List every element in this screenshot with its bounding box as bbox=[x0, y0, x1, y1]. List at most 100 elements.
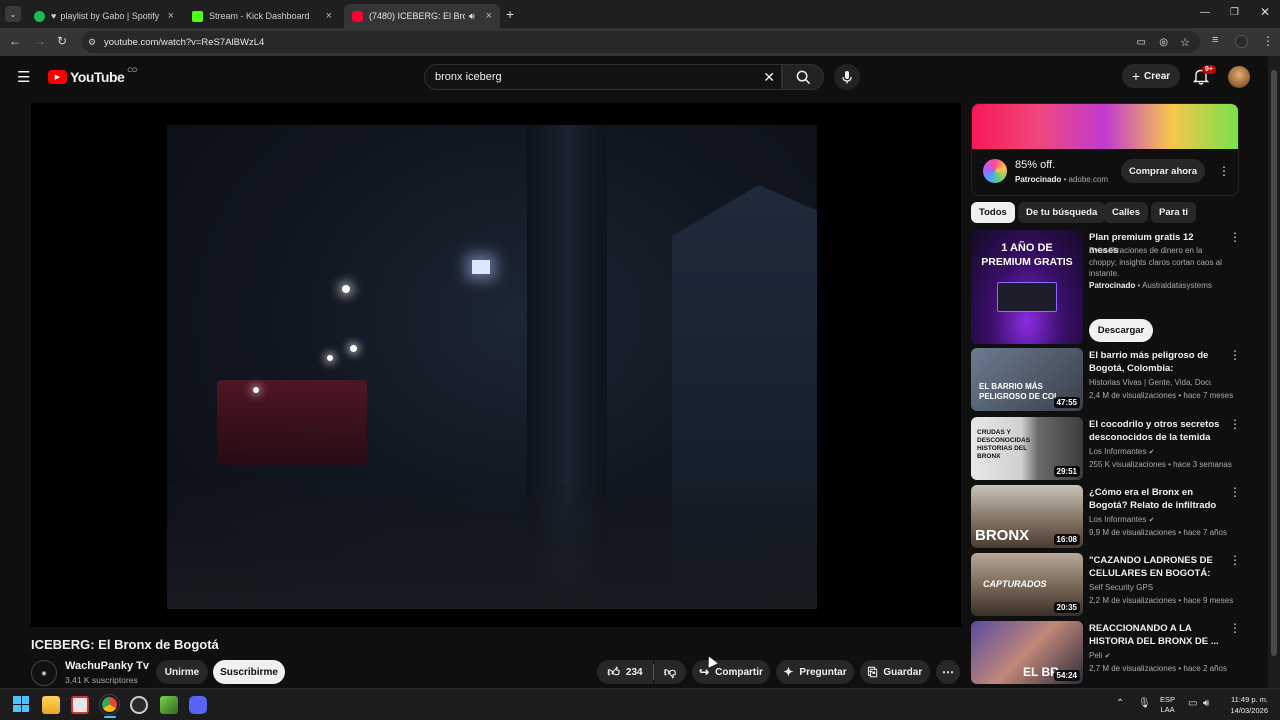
close-icon[interactable]: × bbox=[168, 10, 174, 22]
share-button[interactable]: ↪ Compartir bbox=[692, 660, 770, 684]
channel-name[interactable]: WachuPanky Tv bbox=[65, 660, 149, 672]
save-button[interactable]: ⎘ Guardar bbox=[860, 660, 930, 684]
search-button[interactable] bbox=[782, 64, 824, 90]
window-light bbox=[472, 260, 490, 274]
channel-name[interactable]: Los Informantes ✔ bbox=[1089, 515, 1154, 524]
video-title: "CAZANDO LADRONES DE CELULARES EN BOGOTÁ… bbox=[1089, 555, 1213, 579]
sponsored-ad-card[interactable]: 85% off. Patrocinado • adobe.com Comprar… bbox=[971, 103, 1239, 196]
tray-mic-icon[interactable]: 🎙︎ bbox=[1138, 698, 1151, 709]
related-video-item[interactable]: BRONX 16:08 ¿Cómo era el Bronx en Bogotá… bbox=[971, 485, 1241, 549]
more-horizontal-icon: ⋯ bbox=[942, 665, 954, 679]
time: 11:49 p. m. bbox=[1231, 695, 1268, 704]
url-field[interactable]: ⚙︎ youtube.com/watch?v=ReS7AlBWzL4 ▭ ◎ ☆ bbox=[82, 31, 1200, 53]
app-icon-green[interactable] bbox=[160, 696, 178, 714]
like-button[interactable]: 👍︎ 234 bbox=[597, 660, 653, 684]
chip-from-search[interactable]: De tu búsqueda bbox=[1018, 202, 1106, 223]
channel-name[interactable]: Peli ✔ bbox=[1089, 651, 1110, 660]
browser-menu-icon[interactable]: ⋮ bbox=[1262, 34, 1274, 48]
related-video-item[interactable]: CRUDAS Y DESCONOCIDAS HISTORIAS DEL BRON… bbox=[971, 417, 1241, 481]
page-scrollbar[interactable] bbox=[1268, 56, 1280, 688]
app-icon[interactable] bbox=[71, 696, 89, 714]
ask-button[interactable]: ✦ Preguntar bbox=[776, 660, 854, 684]
minimize-icon[interactable]: — bbox=[1200, 7, 1210, 18]
audio-playing-icon[interactable]: 🔊︎ bbox=[469, 11, 475, 22]
create-button[interactable]: + Crear bbox=[1122, 64, 1180, 88]
channel-label: Los Informantes bbox=[1089, 447, 1147, 456]
search-input[interactable]: bronx iceberg ✕ bbox=[424, 64, 782, 90]
video-player[interactable] bbox=[31, 103, 961, 627]
verified-icon: ✔ bbox=[1104, 653, 1111, 660]
video-frame bbox=[167, 125, 817, 609]
dislike-button[interactable]: 👎︎ bbox=[654, 660, 686, 684]
more-vertical-icon[interactable]: ⋮ bbox=[1218, 164, 1230, 178]
join-button[interactable]: Unirme bbox=[156, 660, 208, 684]
channel-name[interactable]: Self Security GPS bbox=[1089, 583, 1153, 592]
street-light bbox=[327, 355, 333, 361]
back-icon[interactable]: ← bbox=[9, 34, 21, 48]
related-video-item[interactable]: CAPTURADOS 20:35 "CAZANDO LADRONES DE CE… bbox=[971, 553, 1241, 617]
video-title: ¿Cómo era el Bronx en Bogotá? Relato de … bbox=[1089, 487, 1217, 511]
chevron-down-icon: ⌄ bbox=[9, 9, 17, 19]
more-vertical-icon[interactable]: ⋮ bbox=[1229, 622, 1241, 634]
clear-search-icon[interactable]: ✕ bbox=[763, 69, 775, 86]
street-ground bbox=[167, 485, 817, 609]
promo-cta-button[interactable]: Descargar bbox=[1089, 319, 1153, 342]
eye-off-icon[interactable]: ◎ bbox=[1159, 37, 1168, 48]
reload-icon[interactable]: ↻ bbox=[57, 34, 67, 48]
file-explorer-icon[interactable] bbox=[42, 696, 60, 714]
profile-avatar[interactable] bbox=[1235, 35, 1248, 48]
street-light bbox=[350, 345, 357, 352]
promo-item[interactable]: 1 AÑO DE PREMIUM GRATIS Plan premium gra… bbox=[971, 230, 1241, 344]
related-video-item[interactable]: EL BR 54:24 REACCIONANDO A LA HISTORIA D… bbox=[971, 621, 1241, 685]
restore-icon[interactable]: ❐ bbox=[1230, 7, 1239, 18]
tab-youtube[interactable]: (7480) ICEBERG: El Bronx de 🔊︎ × bbox=[344, 4, 500, 28]
site-info-icon[interactable]: ⚙︎ bbox=[88, 37, 96, 48]
clock[interactable]: 11:49 p. m. 14/03/2026 bbox=[1222, 694, 1268, 716]
more-vertical-icon[interactable]: ⋮ bbox=[1229, 231, 1241, 243]
thumb-text: CRUDAS Y DESCONOCIDAS HISTORIAS DEL BRON… bbox=[977, 429, 1031, 460]
obs-icon[interactable] bbox=[130, 696, 148, 714]
tab-search-button[interactable]: ⌄ bbox=[5, 6, 21, 22]
voice-search-button[interactable] bbox=[834, 64, 860, 90]
chip-all[interactable]: Todos bbox=[971, 202, 1015, 223]
related-video-item[interactable]: EL BARRIO MÁS PELIGROSO DE COL 47:55 El … bbox=[971, 348, 1241, 412]
more-vertical-icon[interactable]: ⋮ bbox=[1229, 486, 1241, 498]
tab-kick[interactable]: Stream - Kick Dashboard × bbox=[184, 4, 340, 28]
hamburger-menu-icon[interactable]: ☰ bbox=[17, 68, 30, 86]
account-avatar[interactable] bbox=[1228, 66, 1250, 88]
close-window-icon[interactable]: ✕ bbox=[1260, 5, 1270, 19]
new-tab-button[interactable]: + bbox=[506, 6, 514, 22]
cast-icon[interactable]: ▭ bbox=[1137, 37, 1146, 48]
notifications-button[interactable]: 9+ bbox=[1192, 65, 1216, 90]
network-icon[interactable]: ▭ bbox=[1188, 698, 1197, 709]
subscribe-label: Suscribirme bbox=[220, 666, 278, 678]
url-text: youtube.com/watch?v=ReS7AlBWzL4 bbox=[104, 36, 265, 48]
more-vertical-icon[interactable]: ⋮ bbox=[1229, 418, 1241, 430]
chip-for-you[interactable]: Para ti bbox=[1151, 202, 1197, 223]
volume-icon[interactable]: 🔊︎ bbox=[1203, 698, 1209, 709]
discord-icon[interactable] bbox=[189, 696, 207, 714]
bookmark-star-icon[interactable]: ☆ bbox=[1180, 36, 1190, 49]
tab-spotify[interactable]: ♥ playlist by Gabo | Spotify × bbox=[26, 4, 182, 28]
more-actions-button[interactable]: ⋯ bbox=[936, 660, 960, 684]
language-indicator[interactable]: ESP LAA bbox=[1160, 695, 1175, 715]
more-vertical-icon[interactable]: ⋮ bbox=[1229, 349, 1241, 361]
kick-icon bbox=[192, 10, 203, 22]
windows-start-icon[interactable] bbox=[13, 696, 29, 712]
chip-streets[interactable]: Calles bbox=[1104, 202, 1148, 223]
scrollbar-thumb[interactable] bbox=[1271, 70, 1277, 656]
media-control-icon[interactable]: ≡ bbox=[1212, 34, 1218, 46]
ad-cta-button[interactable]: Comprar ahora bbox=[1121, 159, 1205, 183]
close-icon[interactable]: × bbox=[486, 10, 492, 22]
close-icon[interactable]: × bbox=[326, 10, 332, 22]
more-vertical-icon[interactable]: ⋮ bbox=[1229, 554, 1241, 566]
channel-name[interactable]: Historias Vivas | Gente, Vida, Documenta… bbox=[1089, 378, 1211, 387]
youtube-logo[interactable]: ▶ YouTube CO bbox=[48, 67, 137, 85]
subscribe-button[interactable]: Suscribirme bbox=[213, 660, 285, 684]
duration-badge: 29:51 bbox=[1053, 466, 1080, 477]
channel-avatar[interactable]: ◉ bbox=[31, 660, 57, 686]
channel-name[interactable]: Los Informantes ✔ bbox=[1089, 447, 1154, 456]
forward-icon[interactable]: → bbox=[34, 34, 46, 48]
tray-chevron-icon[interactable]: ⌃ bbox=[1116, 698, 1124, 709]
chrome-icon[interactable] bbox=[100, 695, 119, 714]
